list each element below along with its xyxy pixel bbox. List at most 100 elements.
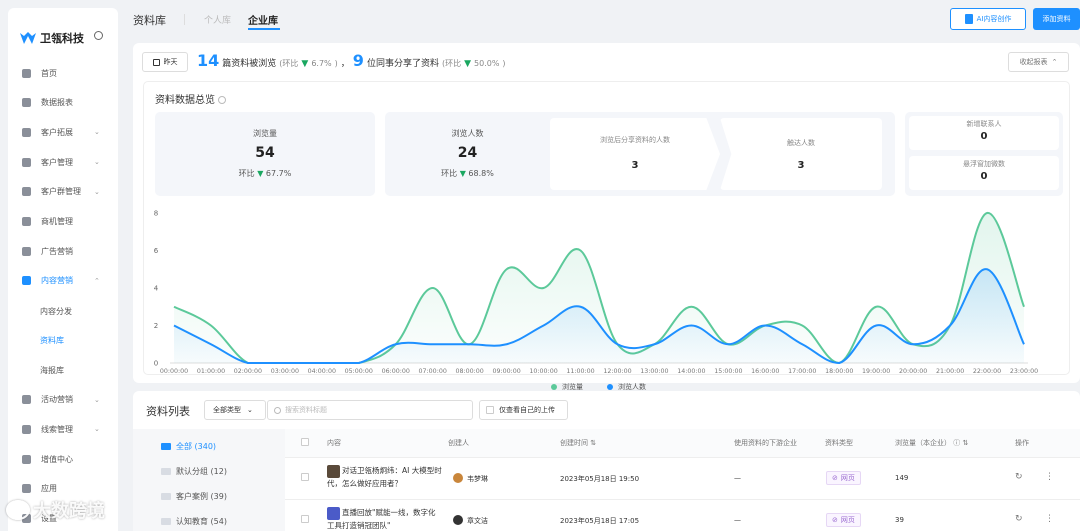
ratio-suffix: ) [334, 59, 338, 68]
sidebar-item-report[interactable]: 数据报表 [8, 93, 118, 113]
folder-default[interactable]: 默认分组 (12) [161, 466, 227, 477]
x-tick-label: 22:00:00 [973, 368, 1001, 374]
shared-count: 9 [352, 51, 364, 70]
legend-views-dot [551, 384, 557, 390]
search-placeholder: 搜索资料标题 [285, 406, 327, 414]
page-title: 资料库 [133, 14, 166, 27]
help-icon: ⓘ [953, 439, 961, 447]
more-icon[interactable]: ⋮ [1045, 472, 1054, 482]
type-badge: ⊘ 网页 [826, 513, 861, 527]
folder-all[interactable]: 全部 (340) [161, 441, 216, 452]
tab-personal[interactable]: 个人库 [204, 13, 231, 26]
x-tick-label: 00:00:00 [160, 368, 188, 374]
watermark: 大数跨境 [6, 497, 105, 523]
sidebar-subitem[interactable]: 内容分发 [40, 306, 72, 317]
sidebar-item-opportunity[interactable]: 商机管理 [8, 212, 118, 232]
event-icon [22, 395, 31, 405]
header-downstream: 使用资料的下游企业 [734, 439, 797, 447]
table-row[interactable]: 直播回放"赋能一线，数字化工具打造销冠团队" 章文洁 2023年05月18日 1… [285, 499, 1080, 531]
header-created-time[interactable]: 创建时间 ⇅ [560, 438, 596, 448]
tab-active-indicator [248, 28, 280, 30]
date-range-label: 昨天 [163, 58, 178, 66]
chevron-down-icon: ⌄ [247, 406, 253, 414]
y-tick-label: 2 [154, 322, 158, 330]
folder-all-label: 全部 (340) [176, 442, 217, 451]
x-tick-label: 21:00:00 [936, 368, 964, 374]
add-material-button[interactable]: 添加资料 [1033, 8, 1080, 30]
list-title: 资料列表 [146, 405, 190, 418]
type-badge: ⊘ 网页 [826, 471, 861, 485]
select-all-checkbox[interactable] [301, 438, 309, 446]
tab-enterprise[interactable]: 企业库 [248, 12, 278, 27]
y-tick-label: 6 [154, 247, 159, 255]
calendar-icon [152, 58, 160, 66]
type-select[interactable]: 全部类型 ⌄ [204, 400, 266, 420]
collapse-report-button[interactable]: 收起报表 ⌃ [1008, 52, 1069, 72]
avatar [453, 515, 463, 525]
sidebar-item-group[interactable]: 客户群管理 ⌄ [8, 182, 118, 202]
sidebar-item-lead[interactable]: 线索管理 ⌄ [8, 419, 118, 439]
header-views-label: 浏览量（本企业） [895, 439, 951, 447]
sidebar-item-event[interactable]: 活动营销 ⌄ [8, 390, 118, 410]
folder-education[interactable]: 认知教育 (54) [161, 516, 227, 527]
sidebar-item-label: 首页 [41, 68, 57, 78]
row-checkbox[interactable] [301, 473, 309, 481]
sidebar-subitem[interactable]: 资料库 [40, 335, 64, 346]
search-input[interactable]: 搜索资料标题 [267, 400, 473, 420]
collapse-report-label: 收起报表 [1019, 58, 1048, 66]
app-icon [22, 484, 31, 494]
viewed-text: 篇资料被浏览 [222, 59, 277, 69]
viewed-ratio-prefix: (环比 [279, 59, 299, 68]
header-views[interactable]: 浏览量（本企业） ⓘ ⇅ [895, 438, 968, 448]
chevron-icon: ⌄ [94, 128, 100, 137]
folder-icon [161, 518, 171, 525]
x-tick-label: 03:00:00 [271, 368, 299, 374]
summary-comma: ， [340, 59, 350, 69]
x-tick-label: 13:00:00 [640, 368, 668, 374]
sidebar-item-content[interactable]: 内容营销 ⌃ [8, 271, 118, 291]
x-tick-label: 04:00:00 [308, 368, 336, 374]
x-tick-label: 09:00:00 [492, 368, 520, 374]
app-logo[interactable]: 卫瓴科技 [20, 30, 84, 46]
row-creator: 章文洁 [467, 517, 488, 525]
folder-cases[interactable]: 客户案例 (39) [161, 491, 227, 502]
document-edit-icon [964, 14, 973, 24]
row-title[interactable]: 直播回放"赋能一线，数字化工具打造销冠团队" [327, 506, 442, 531]
sidebar-item-home[interactable]: 首页 [8, 63, 118, 83]
viewed-ratio: 6.7% [311, 59, 332, 68]
table-row[interactable]: 对话卫瓴杨炯纬：AI 大模型时代，怎么做好应用者？ 韦梦琳 2023年05月18… [285, 457, 1080, 499]
x-tick-label: 12:00:00 [603, 368, 631, 374]
viewed-count: 14 [197, 51, 220, 70]
checkbox-box [486, 406, 494, 414]
sidebar-item-expand[interactable]: 客户拓展 ⌄ [8, 122, 118, 142]
x-tick-label: 01:00:00 [197, 368, 225, 374]
sidebar-subitem[interactable]: 海报库 [40, 365, 64, 376]
sidebar-item-ad[interactable]: 广告营销 [8, 241, 118, 261]
settings-circle-icon[interactable] [94, 31, 103, 40]
refresh-icon[interactable]: ↻ [1015, 472, 1023, 482]
ai-create-button[interactable]: AI内容创作 [950, 8, 1026, 30]
x-tick-label: 18:00:00 [825, 368, 853, 374]
sort-icon: ⇅ [962, 439, 969, 447]
mine-only-checkbox[interactable]: 仅查看自己的上传 [479, 400, 568, 420]
refresh-icon[interactable]: ↻ [1015, 514, 1023, 524]
folder-icon [161, 468, 171, 475]
sidebar-item-app[interactable]: 应用 [8, 479, 118, 499]
brand-logo-icon [20, 31, 36, 45]
sidebar-item-label: 客户管理 [41, 157, 73, 167]
sidebar-item-label: 客户拓展 [41, 127, 73, 137]
row-downstream: — [734, 516, 741, 524]
sidebar-item-value[interactable]: 增值中心 [8, 449, 118, 469]
type-select-value: 全部类型 [213, 406, 241, 414]
legend-viewers-dot [607, 384, 613, 390]
sidebar-item-customer[interactable]: 客户管理 ⌄ [8, 152, 118, 172]
header-content: 内容 [327, 439, 341, 447]
row-checkbox[interactable] [301, 515, 309, 523]
more-icon[interactable]: ⋮ [1045, 514, 1054, 524]
link-icon: ⊘ [832, 516, 838, 524]
row-title[interactable]: 对话卫瓴杨炯纬：AI 大模型时代，怎么做好应用者？ [327, 464, 442, 490]
chevron-up-icon: ⌃ [1051, 58, 1058, 66]
x-tick-label: 14:00:00 [677, 368, 705, 374]
row-time: 2023年05月18日 17:05 [560, 517, 640, 525]
date-range-button[interactable]: 昨天 [142, 52, 188, 72]
